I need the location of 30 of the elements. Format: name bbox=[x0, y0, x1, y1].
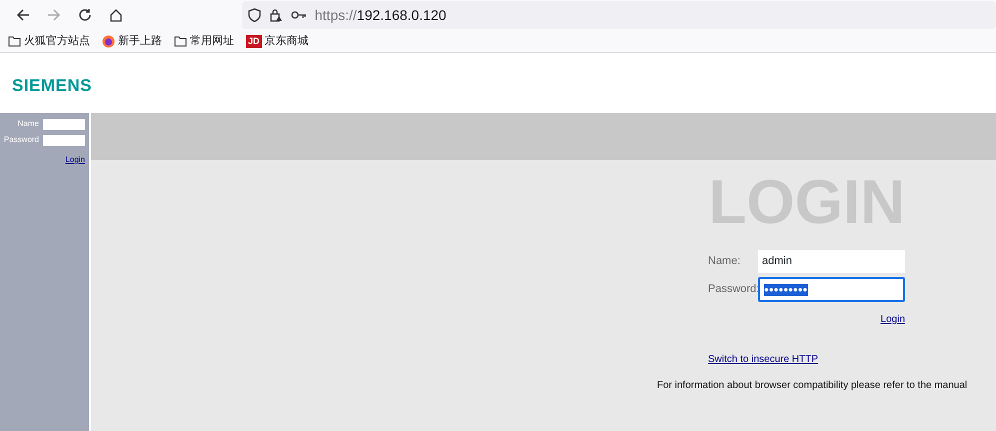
bookmark[interactable]: JD 京东商城 bbox=[246, 32, 309, 50]
back-arrow-icon bbox=[16, 8, 30, 22]
password-label: Password: bbox=[708, 282, 758, 298]
login-link[interactable]: Login bbox=[65, 155, 85, 164]
folder-icon bbox=[174, 36, 187, 46]
url-text: https://192.168.0.120 bbox=[314, 6, 446, 25]
forward-arrow-icon bbox=[47, 8, 62, 22]
bookmark[interactable]: 新手上路 bbox=[102, 32, 162, 50]
name-field[interactable]: admin bbox=[758, 250, 905, 273]
logo: SIEMENS bbox=[12, 76, 92, 95]
key-icon bbox=[290, 10, 307, 20]
jd-icon: JD bbox=[246, 34, 262, 48]
fox-globe-icon bbox=[102, 34, 115, 48]
info-text: For information about browser compatibility please refer to the manual bbox=[657, 380, 968, 391]
name-label: Name bbox=[16, 118, 39, 130]
bookmark[interactable]: 常用网址 bbox=[174, 32, 234, 50]
bookmark[interactable]: 火狐官方站点 bbox=[8, 32, 90, 50]
name-label: Name: bbox=[708, 254, 742, 270]
home-icon bbox=[109, 8, 124, 22]
login-link[interactable]: Login bbox=[880, 314, 905, 325]
shield-icon bbox=[248, 8, 261, 22]
lock-warning-icon bbox=[268, 8, 283, 22]
password-label: Password bbox=[2, 134, 39, 146]
password-field[interactable] bbox=[43, 134, 85, 146]
folder-icon bbox=[8, 36, 21, 46]
switch-http-link[interactable]: Switch to insecure HTTP bbox=[708, 354, 818, 365]
name-field[interactable] bbox=[43, 118, 85, 130]
address-bar[interactable]: https://192.168.0.120 bbox=[242, 1, 996, 29]
password-field[interactable]: ●●●●●●●●● bbox=[758, 277, 905, 302]
reload-icon bbox=[78, 8, 92, 22]
